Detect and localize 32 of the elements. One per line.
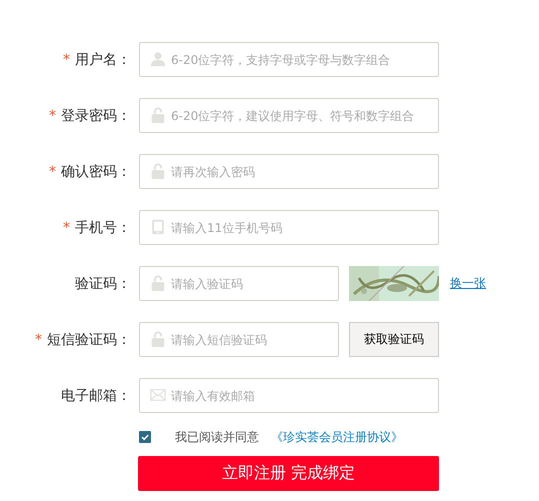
refresh-link[interactable]: 换一张 <box>450 275 486 292</box>
input-field[interactable]: 请输入验证码 <box>139 266 339 301</box>
padlock-icon <box>150 331 166 347</box>
padlock-icon <box>150 163 166 179</box>
user-icon <box>150 51 166 67</box>
input-field[interactable]: 请再次输入密码 <box>139 154 439 189</box>
envelope-icon <box>150 387 166 403</box>
field-label: 手机号： <box>75 218 131 236</box>
get-code-button[interactable]: 获取验证码 <box>349 322 439 357</box>
input-field[interactable]: 请输入有效邮箱 <box>139 378 439 413</box>
padlock-icon <box>150 275 166 291</box>
phone-icon <box>150 219 166 235</box>
required-mark: * <box>49 108 56 124</box>
field-label: 验证码： <box>75 274 131 292</box>
field-label: 电子邮箱： <box>61 386 131 404</box>
input-field[interactable]: 请输入短信验证码 <box>139 322 339 357</box>
input-field[interactable]: 6-20位字符，建议使用字母、符号和数字组合 <box>139 98 439 133</box>
required-mark: * <box>63 220 70 236</box>
agreement-link[interactable]: 《珍实荟会员注册协议》 <box>271 428 403 446</box>
required-mark: * <box>49 164 56 180</box>
required-mark: * <box>35 332 42 348</box>
field-label: 用户名： <box>75 50 131 68</box>
field-label: 确认密码： <box>61 162 131 180</box>
agreement-text: 我已阅读并同意 <box>175 428 259 446</box>
field-label: 登录密码： <box>61 106 131 124</box>
input-field[interactable]: 请输入11位手机号码 <box>139 210 439 245</box>
required-mark: * <box>63 52 70 68</box>
padlock-icon <box>150 107 166 123</box>
register-button[interactable]: 立即注册 完成绑定 <box>138 456 439 491</box>
agree-checkbox[interactable] <box>139 431 151 443</box>
input-field[interactable]: 6-20位字符，支持字母或字母与数字组合 <box>139 42 439 77</box>
field-label: 短信验证码： <box>47 330 131 348</box>
